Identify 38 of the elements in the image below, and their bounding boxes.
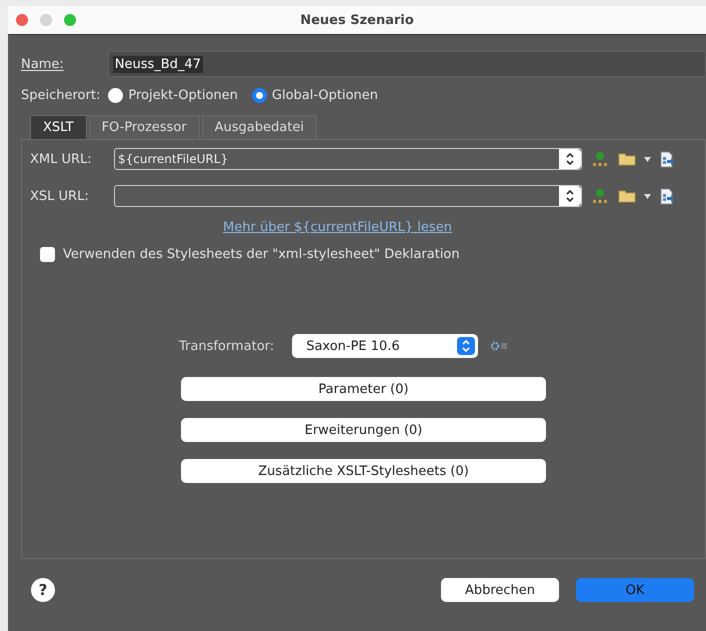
storage-label: Speicherort: — [21, 88, 100, 103]
network-icon[interactable] — [592, 188, 608, 204]
tab[interactable]: Ausgabedatei — [202, 115, 317, 139]
ok-button[interactable]: OK — [576, 578, 694, 602]
tab[interactable]: XSLT — [30, 115, 87, 139]
option-button[interactable]: Parameter (0) — [181, 377, 546, 401]
radio-label: Global-Optionen — [272, 88, 378, 103]
url-label: XSL URL: — [30, 188, 90, 204]
transformer-select[interactable]: Saxon-PE 10.6 — [292, 334, 478, 358]
document-arrow-icon[interactable] — [659, 150, 675, 168]
checkbox[interactable] — [40, 247, 55, 262]
name-label: Name: — [21, 56, 64, 72]
option-button[interactable]: Zusätzliche XSLT-Stylesheets (0) — [181, 459, 546, 483]
network-icon[interactable] — [592, 151, 608, 167]
tab[interactable]: FO-Prozessor — [88, 115, 200, 139]
url-combo-field[interactable] — [114, 185, 582, 207]
radio-button[interactable] — [252, 88, 267, 103]
radio-button[interactable] — [108, 88, 124, 103]
name-field[interactable]: Neuss_Bd_47 — [108, 51, 706, 77]
option-button[interactable]: Erweiterungen (0) — [181, 418, 546, 442]
checkbox-label: Verwenden des Stylesheets der "xml-stylesheet" Deklaration — [63, 247, 460, 262]
folder-icon[interactable] — [618, 152, 636, 166]
document-arrow-icon[interactable] — [659, 188, 675, 204]
url-label: XML URL: — [30, 152, 93, 166]
transformer-label: Transformator: — [179, 338, 274, 354]
stepper-icon — [565, 189, 575, 203]
close-button[interactable] — [16, 14, 28, 26]
stepper-icon — [461, 339, 472, 353]
folder-icon[interactable] — [618, 189, 636, 203]
cancel-button[interactable]: Abbrechen — [441, 578, 559, 602]
window-title: Neues Szenario — [300, 12, 414, 28]
stepper-icon — [565, 152, 575, 166]
caret-icon[interactable] — [644, 156, 651, 162]
gear-icon[interactable] — [490, 341, 508, 351]
radio-label: Projekt-Optionen — [128, 88, 238, 103]
caret-icon[interactable] — [644, 194, 651, 198]
help-button[interactable]: ? — [31, 578, 55, 602]
url-combo-field[interactable]: ${currentFileURL} — [114, 148, 582, 170]
